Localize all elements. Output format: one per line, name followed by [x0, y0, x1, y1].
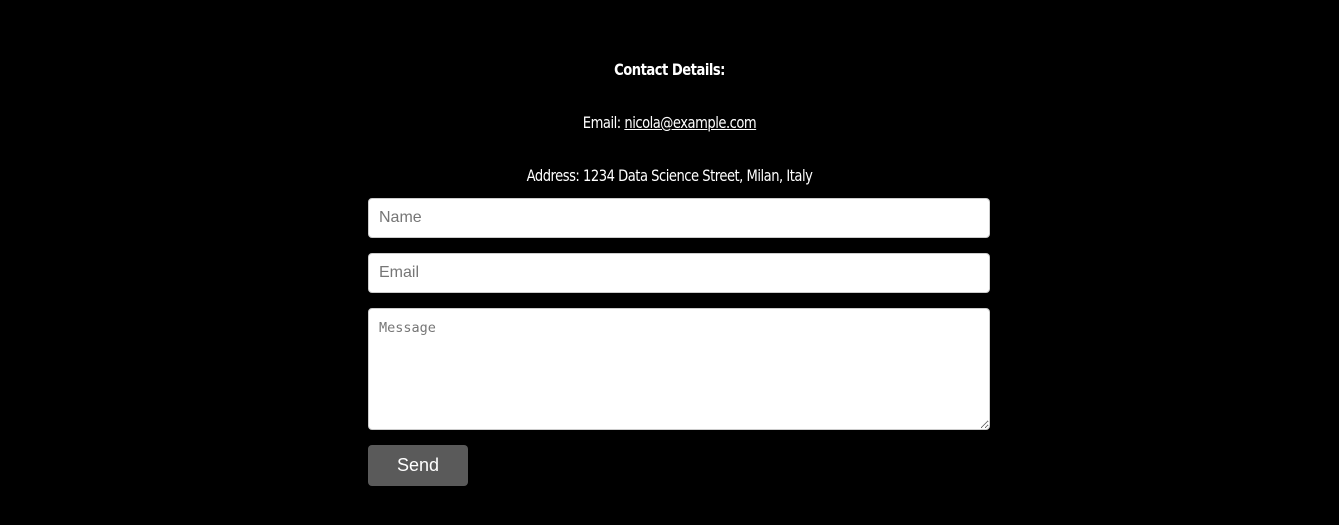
email-input[interactable]	[368, 253, 990, 293]
send-button[interactable]: Send	[368, 445, 468, 486]
message-textarea[interactable]	[368, 308, 990, 430]
email-link[interactable]: nicola@example.com	[624, 113, 756, 132]
contact-address-line: Address: 1234 Data Science Street, Milan…	[121, 166, 1219, 185]
contact-email-line: Email: nicola@example.com	[121, 113, 1219, 132]
address-value: 1234 Data Science Street, Milan, Italy	[583, 166, 813, 185]
name-input[interactable]	[368, 198, 990, 238]
email-label: Email:	[582, 113, 621, 132]
address-label: Address:	[526, 166, 580, 185]
contact-details-heading: Contact Details:	[614, 60, 725, 79]
contact-section: Contact Details: Email: nicola@example.c…	[0, 0, 1339, 525]
